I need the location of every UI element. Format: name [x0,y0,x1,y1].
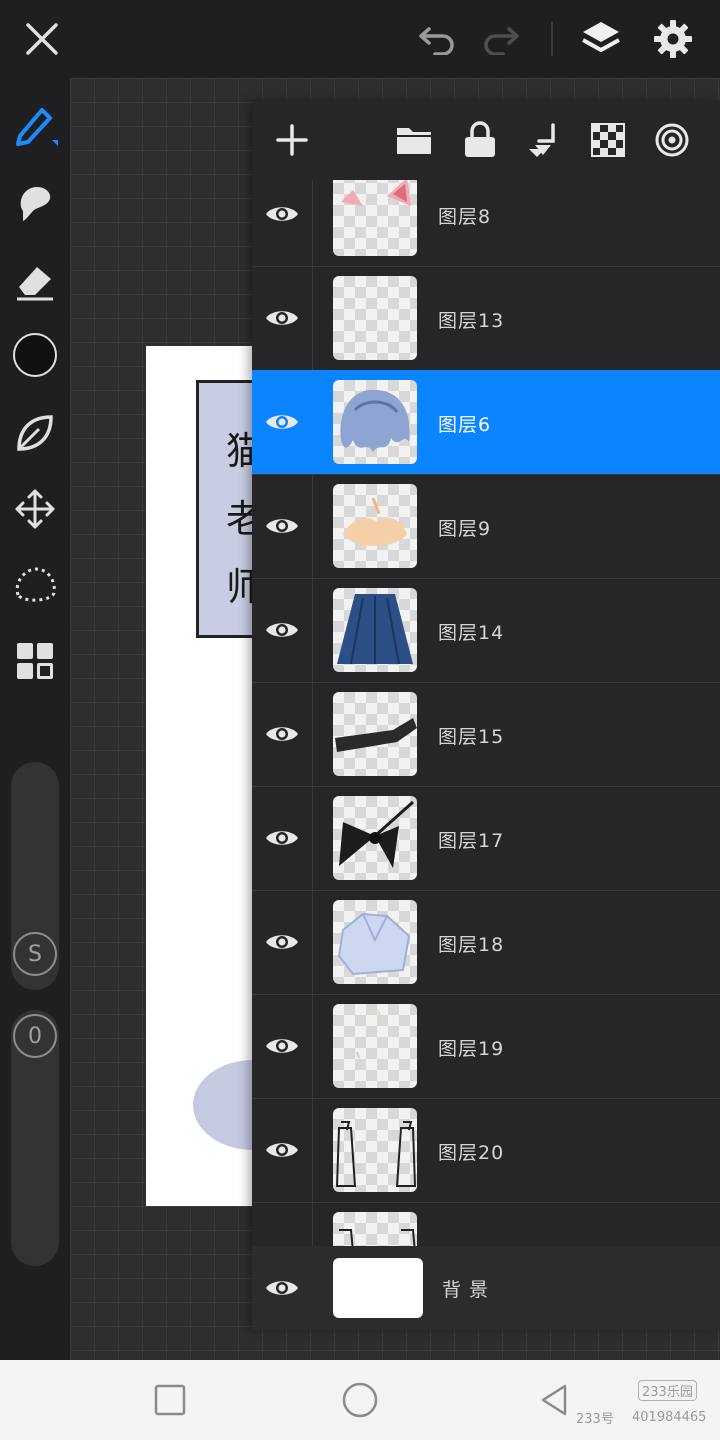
layer-thumbnail [333,796,417,880]
opacity-label: 0 [28,1023,42,1049]
layers-panel-toolbar [252,100,720,180]
row-divider [312,682,313,786]
lasso-select-icon[interactable] [8,558,62,612]
layers-panel: 图层8 图层13 图层6 图层9 图层14 图层15 图层17 图层18 图层19 图层20 图层2… [252,100,720,1330]
redo-icon[interactable] [476,14,526,64]
visibility-eye-icon[interactable] [262,298,302,338]
visibility-eye-icon[interactable] [262,1268,302,1308]
top-bar [0,0,720,78]
back-icon[interactable] [532,1378,576,1422]
layer-thumbnail [333,900,417,984]
row-divider [312,180,313,266]
layer-row[interactable]: 图层9 [252,474,720,579]
settings-gear-icon[interactable] [648,14,698,64]
row-divider [312,1098,313,1202]
layer-thumbnail [333,1108,417,1192]
watermark-id-number: 401984465 [632,1410,707,1425]
layer-thumbnail [333,588,417,672]
layer-effects-icon[interactable] [647,115,697,165]
visibility-eye-icon[interactable] [262,922,302,962]
row-divider [312,786,313,890]
layer-name: 图层20 [438,1142,505,1164]
visibility-eye-icon[interactable] [262,506,302,546]
close-icon[interactable] [17,14,67,64]
system-nav-bar: 233乐园 233号 401984465 [0,1360,720,1440]
layer-thumbnail [333,1212,417,1246]
layer-name: 图层18 [438,934,505,956]
layer-name: 图层13 [438,310,505,332]
background-layer-thumbnail [333,1258,423,1318]
visibility-eye-icon[interactable] [262,194,302,234]
layer-row[interactable]: 图层13 [252,266,720,371]
layer-list[interactable]: 图层8 图层13 图层6 图层9 图层14 图层15 图层17 图层18 图层19 图层20 图层2… [252,180,720,1246]
layer-row[interactable]: 图层18 [252,890,720,995]
brush-tool-icon[interactable] [8,98,62,152]
visibility-eye-icon[interactable] [262,714,302,754]
row-divider [312,474,313,578]
watermark-logo: 233乐园 [638,1380,697,1401]
eraser-tool-icon[interactable] [8,254,62,308]
brush-size-slider[interactable]: S [11,762,59,990]
background-layer-name: 背 景 [442,1279,490,1301]
recent-apps-icon[interactable] [148,1378,192,1422]
visibility-eye-icon[interactable] [262,1234,302,1246]
layer-row[interactable]: 图层14 [252,578,720,683]
layer-thumbnail [333,692,417,776]
layer-name: 图层9 [438,518,492,540]
layer-row[interactable]: 图层6 [252,370,720,475]
smudge-tool-icon[interactable] [8,176,62,230]
folder-icon[interactable] [389,115,439,165]
layer-name: 图层19 [438,1038,505,1060]
layer-thumbnail [333,1004,417,1088]
merge-down-icon[interactable] [519,115,569,165]
background-layer-row[interactable]: 背 景 [252,1246,720,1330]
layer-thumbnail [333,484,417,568]
color-picker-swatch[interactable] [8,328,62,382]
layers-icon[interactable] [576,14,626,64]
layer-name: 图层6 [438,414,492,436]
visibility-eye-icon[interactable] [262,610,302,650]
layer-thumbnail [333,180,417,256]
row-divider [312,578,313,682]
shape-tool-icon[interactable] [8,406,62,460]
layer-name: 图层8 [438,206,492,228]
visibility-eye-icon[interactable] [262,1026,302,1066]
lock-icon[interactable] [455,115,505,165]
top-bar-divider [551,22,553,56]
layer-row[interactable]: 图层8 [252,180,720,267]
size-slider-knob[interactable]: S [13,932,57,976]
gallery-grid-icon[interactable] [8,634,62,688]
visibility-eye-icon[interactable] [262,818,302,858]
layer-row[interactable]: 图层19 [252,994,720,1099]
transparency-grid-icon[interactable] [583,115,633,165]
layer-row[interactable]: 图层17 [252,786,720,891]
visibility-eye-icon[interactable] [262,1130,302,1170]
current-color-icon [13,333,57,377]
layer-row[interactable]: 图层21 [252,1202,720,1246]
row-divider [312,266,313,370]
add-layer-icon[interactable] [267,115,317,165]
layer-name: 图层15 [438,726,505,748]
opacity-slider[interactable]: 0 [11,1010,59,1266]
layer-row[interactable]: 图层15 [252,682,720,787]
watermark-id-prefix: 233号 [576,1412,614,1427]
visibility-eye-icon[interactable] [262,402,302,442]
home-icon[interactable] [338,1378,382,1422]
row-divider [312,890,313,994]
row-divider [312,994,313,1098]
undo-icon[interactable] [412,14,462,64]
layer-name: 图层14 [438,622,505,644]
size-label: S [28,941,42,967]
opacity-slider-knob[interactable]: 0 [13,1014,57,1058]
tool-sidebar: S 0 [0,78,70,1360]
layer-name: 图层17 [438,830,505,852]
layer-thumbnail [333,276,417,360]
move-tool-icon[interactable] [8,482,62,536]
layer-row[interactable]: 图层20 [252,1098,720,1203]
row-divider [312,1202,313,1246]
layer-thumbnail [333,380,417,464]
